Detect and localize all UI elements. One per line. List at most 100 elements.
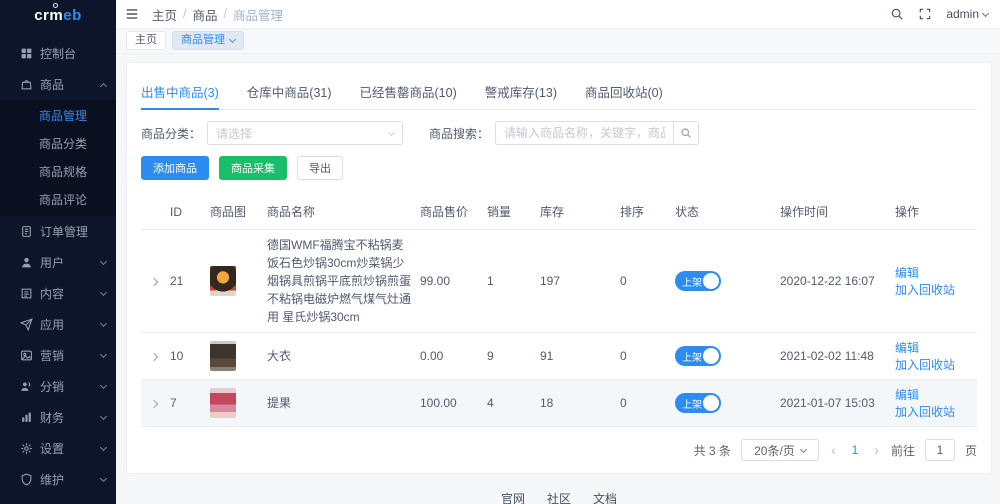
next-page-button[interactable]: › (872, 442, 881, 458)
search-icon (680, 127, 692, 139)
table-header-row: ID 商品图 商品名称 商品售价 销量 库存 排序 状态 操作时间 操作 (141, 194, 977, 230)
brand-logo: crmeb (0, 0, 116, 30)
sidebar-item-orders[interactable]: 订单管理 (0, 216, 116, 247)
recycle-link[interactable]: 加入回收站 (895, 358, 955, 372)
marketing-icon (20, 349, 33, 362)
edit-link[interactable]: 编辑 (895, 266, 919, 280)
cell-name: 德国WMF福腾宝不粘锅麦饭石色炒锅30cm炒菜锅少烟锅具煎锅平底煎炒锅煎蛋不粘锅… (263, 230, 416, 333)
sidebar-item-goods-spec[interactable]: 商品规格 (0, 158, 116, 186)
product-image[interactable] (210, 341, 236, 371)
page-size-select[interactable]: 20条/页 (741, 439, 819, 461)
edit-link[interactable]: 编辑 (895, 388, 919, 402)
product-image[interactable] (210, 266, 236, 296)
main-pane: 主页 / 商品 / 商品管理 admin 主页 商品管理 (116, 0, 1000, 504)
cell-sales: 9 (483, 333, 536, 380)
table-row: 10 大衣 0.00 9 91 0 上架 2021-02-02 11:48 编辑… (141, 333, 977, 380)
user-menu[interactable]: admin (946, 7, 988, 21)
cell-stock: 91 (536, 333, 616, 380)
goods-submenu: 商品管理 商品分类 商品规格 商品评论 (0, 100, 116, 216)
logo-m: m (49, 7, 63, 24)
fullscreen-icon[interactable] (918, 7, 932, 21)
footer-link-docs[interactable]: 文档 (593, 490, 617, 504)
chevron-down-icon (388, 128, 395, 135)
column-header-sales: 销量 (483, 194, 536, 230)
sidebar-item-goods-category[interactable]: 商品分类 (0, 130, 116, 158)
goto-page-input[interactable] (925, 439, 955, 461)
collapse-menu-icon[interactable] (124, 7, 140, 21)
column-header-time: 操作时间 (776, 194, 891, 230)
chevron-down-icon (100, 444, 107, 451)
sidebar-item-apps[interactable]: 应用 (0, 309, 116, 340)
sidebar-item-maintenance[interactable]: 维护 (0, 464, 116, 495)
goods-search-input[interactable] (495, 121, 673, 145)
chevron-down-icon (800, 445, 807, 452)
product-image[interactable] (210, 388, 236, 418)
open-tags-bar: 主页 商品管理 (116, 28, 1000, 54)
column-header-image: 商品图 (206, 194, 263, 230)
sidebar-item-distribution[interactable]: 分销 (0, 371, 116, 402)
column-header-price: 商品售价 (416, 194, 483, 230)
category-select[interactable]: 请选择 (207, 121, 403, 145)
status-toggle[interactable]: 上架 (675, 346, 721, 366)
expand-row-icon[interactable] (150, 400, 158, 408)
sidebar-item-label: 控制台 (40, 45, 106, 62)
sidebar-item-finance[interactable]: 财务 (0, 402, 116, 433)
current-page[interactable]: 1 (848, 443, 863, 457)
sidebar-item-goods-manage[interactable]: 商品管理 (0, 102, 116, 130)
sidebar-item-content[interactable]: 内容 (0, 278, 116, 309)
topbar-tools: admin (890, 7, 988, 21)
footer-link-community[interactable]: 社区 (547, 490, 571, 504)
tag-home[interactable]: 主页 (126, 31, 166, 50)
status-toggle[interactable]: 上架 (675, 271, 721, 291)
toggle-knob (703, 273, 719, 289)
cell-price: 99.00 (416, 230, 483, 333)
content-icon (20, 287, 33, 300)
prev-page-button[interactable]: ‹ (829, 442, 838, 458)
chevron-down-icon (100, 289, 107, 296)
edit-link[interactable]: 编辑 (895, 341, 919, 355)
sidebar-item-label: 财务 (40, 409, 101, 426)
add-goods-button[interactable]: 添加商品 (141, 156, 209, 180)
expand-row-icon[interactable] (150, 278, 158, 286)
tab-low-stock[interactable]: 警戒库存(13) (485, 75, 557, 109)
search-submit-button[interactable] (673, 121, 699, 145)
page-suffix-label: 页 (965, 442, 977, 459)
sidebar-item-label: 用户 (40, 254, 101, 271)
breadcrumb-goods[interactable]: 商品 (193, 5, 218, 24)
tab-recycle-bin[interactable]: 商品回收站(0) (585, 75, 663, 109)
chevron-down-icon (100, 475, 107, 482)
tab-on-sale[interactable]: 出售中商品(3) (141, 75, 219, 109)
sidebar-item-label: 订单管理 (40, 223, 106, 240)
user-icon (20, 256, 33, 269)
chevron-down-icon (100, 351, 107, 358)
content-area: 出售中商品(3) 仓库中商品(31) 已经售罄商品(10) 警戒库存(13) 商… (116, 54, 1000, 504)
tag-goods-manage[interactable]: 商品管理 (172, 31, 244, 50)
search-icon[interactable] (890, 7, 904, 21)
export-button[interactable]: 导出 (297, 156, 343, 180)
sidebar-item-goods[interactable]: 商品 (0, 69, 116, 100)
tab-sold-out[interactable]: 已经售罄商品(10) (360, 75, 457, 109)
table-row: 21 德国WMF福腾宝不粘锅麦饭石色炒锅30cm炒菜锅少烟锅具煎锅平底煎炒锅煎蛋… (141, 230, 977, 333)
recycle-link[interactable]: 加入回收站 (895, 283, 955, 297)
status-toggle[interactable]: 上架 (675, 393, 721, 413)
sidebar-item-label: 内容 (40, 285, 101, 302)
cell-sales: 4 (483, 380, 536, 427)
collect-goods-button[interactable]: 商品采集 (219, 156, 287, 180)
filter-row: 商品分类： 请选择 商品搜索： (141, 121, 977, 145)
sidebar-item-marketing[interactable]: 营销 (0, 340, 116, 371)
recycle-link[interactable]: 加入回收站 (895, 405, 955, 419)
sidebar-item-users[interactable]: 用户 (0, 247, 116, 278)
search-group (495, 121, 699, 145)
tab-in-warehouse[interactable]: 仓库中商品(31) (247, 75, 332, 109)
expand-row-icon[interactable] (150, 353, 158, 361)
sidebar-item-settings[interactable]: 设置 (0, 433, 116, 464)
breadcrumb-current: 商品管理 (233, 5, 283, 24)
goods-icon (20, 78, 33, 91)
cell-sort: 0 (616, 230, 671, 333)
sidebar-item-goods-review[interactable]: 商品评论 (0, 186, 116, 214)
sidebar-item-console[interactable]: 控制台 (0, 38, 116, 69)
breadcrumb-home[interactable]: 主页 (152, 5, 177, 24)
chevron-down-icon (982, 9, 989, 16)
expand-column-header (141, 194, 166, 230)
footer-link-official[interactable]: 官网 (501, 490, 525, 504)
